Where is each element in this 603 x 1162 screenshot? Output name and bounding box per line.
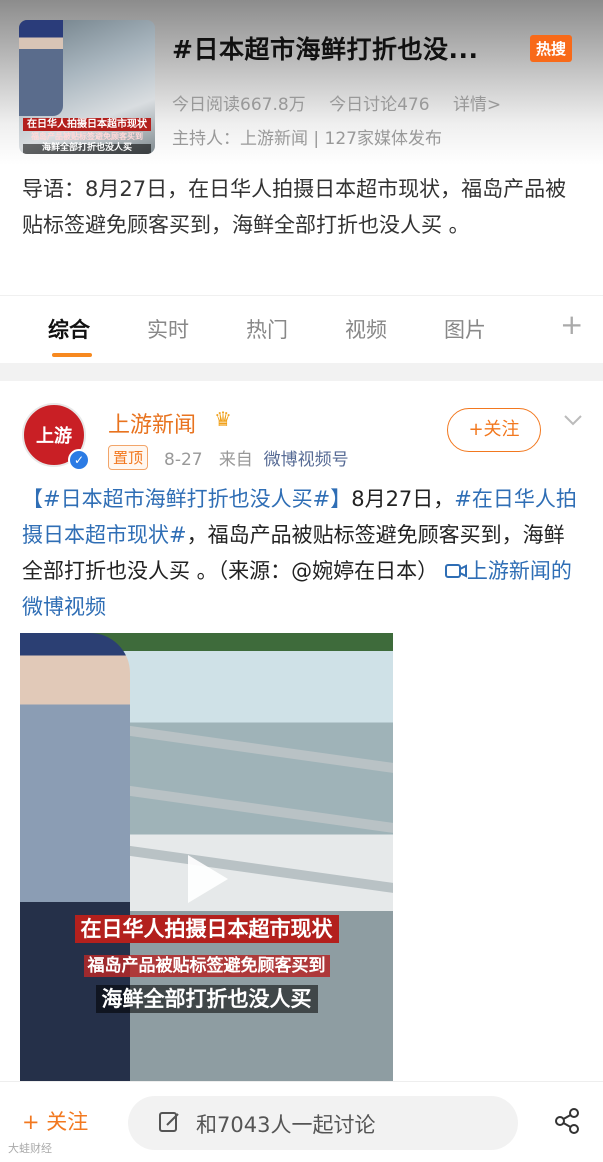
thumbnail-caption-1: 在日华人拍摄日本超市现状 xyxy=(23,118,151,131)
video-caption-1: 在日华人拍摄日本超市现状 xyxy=(20,913,393,943)
tab-images[interactable]: 图片 xyxy=(444,314,486,344)
video-shelf xyxy=(110,723,393,773)
bottom-follow-button[interactable]: + 关注 xyxy=(22,1106,88,1136)
watermark: 大蛙财经 xyxy=(8,1142,52,1155)
author-name[interactable]: 上游新闻 xyxy=(108,407,196,439)
topic-thumbnail[interactable]: 在日华人拍摄日本超市现状 福岛产品被贴标签避免顾客买到 海鲜全部打折也没人买 xyxy=(19,20,155,154)
post-date: 8-27 xyxy=(164,450,203,470)
share-icon[interactable] xyxy=(552,1106,582,1136)
follow-button[interactable]: +关注 xyxy=(447,408,541,452)
chevron-down-icon[interactable] xyxy=(562,409,584,431)
tab-comprehensive[interactable]: 综合 xyxy=(48,314,90,344)
active-tab-indicator xyxy=(52,353,92,357)
discuss-input[interactable]: 和7043人一起讨论 xyxy=(128,1096,518,1150)
verified-icon: ✓ xyxy=(68,449,90,471)
tab-video[interactable]: 视频 xyxy=(345,314,387,344)
post-date-text: 8月27日， xyxy=(351,487,455,511)
topic-tag-link[interactable]: 【#日本超市海鲜打折也没人买#】 xyxy=(22,487,351,511)
add-tab-icon[interactable]: + xyxy=(560,308,583,341)
video-player[interactable]: 在日华人拍摄日本超市现状 福岛产品被贴标签避免顾客买到 海鲜全部打折也没人买 xyxy=(20,633,393,1081)
edit-icon xyxy=(159,1112,179,1132)
topic-intro: 导语：8月27日，在日华人拍摄日本超市现状，福岛产品被贴标签避免顾客买到，海鲜全… xyxy=(0,165,603,295)
tab-bar: 综合 实时 热门 视频 图片 + xyxy=(0,295,603,363)
thumbnail-caption-2: 福岛产品被贴标签避免顾客买到 xyxy=(31,132,143,141)
video-shelf xyxy=(110,843,393,893)
video-caption-3: 海鲜全部打折也没人买 xyxy=(20,983,393,1013)
video-icon xyxy=(444,564,467,578)
intro-text: 导语：8月27日，在日华人拍摄日本超市现状，福岛产品被贴标签避免顾客买到，海鲜全… xyxy=(22,177,567,237)
thumbnail-person xyxy=(19,20,63,116)
host-line[interactable]: 主持人：上游新闻 | 127家媒体发布 xyxy=(172,124,442,149)
post-card: 上游 ✓ 上游新闻 ♛ 置顶 8-27 来自 微博视频号 +关注 【#日本超市海… xyxy=(0,381,603,1081)
bottom-bar: + 关注 和7043人一起讨论 大蛙财经 xyxy=(0,1081,603,1162)
video-caption-2: 福岛产品被贴标签避免顾客买到 xyxy=(20,951,393,977)
pinned-badge: 置顶 xyxy=(108,445,149,470)
video-shelf xyxy=(110,783,393,833)
post-meta: 8-27 来自 微博视频号 xyxy=(164,445,349,470)
video-person xyxy=(20,633,130,1081)
topic-title: #日本超市海鲜打折也没... xyxy=(172,35,479,64)
read-count: 今日阅读667.8万 xyxy=(172,95,306,115)
from-label: 来自 xyxy=(218,450,253,470)
discussion-count: 今日讨论476 xyxy=(329,95,430,115)
tab-realtime[interactable]: 实时 xyxy=(147,314,189,344)
topic-stats: 今日阅读667.8万 今日讨论476 详情> xyxy=(172,90,519,115)
topic-header: 在日华人拍摄日本超市现状 福岛产品被贴标签避免顾客买到 海鲜全部打折也没人买 #… xyxy=(0,0,603,165)
tab-hot[interactable]: 热门 xyxy=(246,314,288,344)
discuss-placeholder: 和7043人一起讨论 xyxy=(196,1113,376,1137)
post-source[interactable]: 微博视频号 xyxy=(264,450,349,470)
hot-badge: 热搜 xyxy=(530,35,573,62)
play-icon[interactable] xyxy=(188,855,228,903)
post-text: 【#日本超市海鲜打折也没人买#】8月27日，#在日华人拍摄日本超市现状#，福岛产… xyxy=(22,481,584,625)
thumbnail-caption-3: 海鲜全部打折也没人买 xyxy=(23,143,151,154)
crown-icon: ♛ xyxy=(214,407,232,431)
details-link[interactable]: 详情> xyxy=(453,95,501,115)
